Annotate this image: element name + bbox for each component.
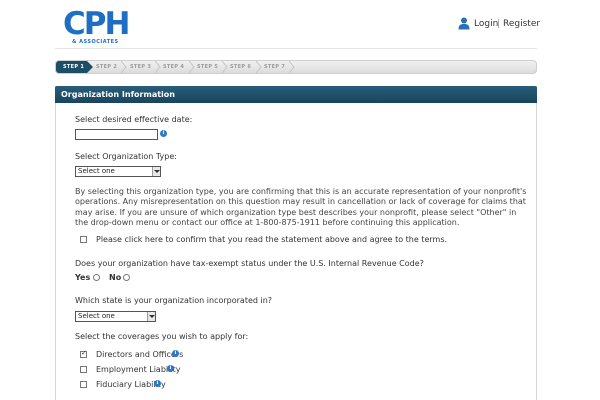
cph-logo[interactable]: CPH & ASSOCIATES	[63, 6, 143, 46]
coverage-label-directors-officers: Directors and Officers	[96, 350, 184, 359]
effective-date-label: Select desired effective date:	[75, 115, 193, 124]
coverage-checkbox-directors-officers[interactable]	[80, 349, 87, 358]
header-separator: |	[497, 19, 501, 29]
chevron-down-icon	[152, 167, 160, 176]
info-icon[interactable]: i	[167, 365, 174, 372]
effective-date-input[interactable]	[75, 129, 158, 140]
state-label: Which state is your organization incorpo…	[75, 296, 273, 305]
logo-main-text: CPH	[63, 6, 130, 42]
step-6: STEP 6	[230, 64, 252, 70]
info-icon[interactable]: i	[160, 130, 167, 137]
info-icon[interactable]: i	[172, 350, 179, 357]
register-link[interactable]: Register	[503, 18, 540, 30]
site-header: CPH & ASSOCIATES Login | Register	[0, 0, 600, 50]
login-link[interactable]: Login	[474, 18, 498, 30]
tax-exempt-yes-radio[interactable]	[93, 274, 100, 281]
coverage-checkbox-fiduciary-liability[interactable]	[80, 381, 87, 388]
step-1: STEP 1	[56, 61, 87, 73]
step-separator	[121, 61, 127, 73]
panel-header: Organization Information	[55, 86, 537, 103]
step-separator	[189, 61, 195, 73]
org-type-label: Select Organization Type:	[75, 152, 177, 161]
step-separator	[155, 61, 161, 73]
coverages-label: Select the coverages you wish to apply f…	[75, 332, 249, 341]
chevron-down-icon	[147, 312, 155, 321]
coverage-checkbox-employment-liability[interactable]	[80, 366, 87, 373]
org-type-disclaimer: By selecting this organization type, you…	[75, 187, 527, 228]
logo-sub-text: & ASSOCIATES	[72, 39, 119, 45]
state-selected-value: Select one	[78, 312, 115, 320]
info-icon[interactable]: i	[154, 380, 161, 387]
step-separator	[256, 61, 262, 73]
header-divider	[55, 48, 537, 49]
step-3: STEP 3	[130, 64, 152, 70]
tax-exempt-yes-label: Yes	[75, 273, 91, 282]
confirm-checkbox[interactable]	[80, 236, 87, 243]
panel-title: Organization Information	[61, 90, 175, 99]
tax-exempt-no-radio[interactable]	[123, 274, 130, 281]
step-1-arrow	[87, 61, 93, 73]
org-type-selected-value: Select one	[78, 167, 115, 175]
org-type-select[interactable]: Select one	[75, 166, 161, 177]
tax-exempt-no-label: No	[109, 273, 122, 282]
confirm-label: Please click here to confirm that you re…	[96, 235, 448, 244]
step-2: STEP 2	[96, 64, 118, 70]
step-5: STEP 5	[197, 64, 219, 70]
steps-progress-bar: STEP 1 STEP 2 STEP 3 STEP 4 STEP 5 STEP …	[55, 60, 537, 74]
state-select[interactable]: Select one	[75, 311, 156, 322]
user-icon	[458, 17, 470, 30]
tax-exempt-label: Does your organization have tax-exempt s…	[75, 259, 424, 268]
step-7: STEP 7	[264, 64, 286, 70]
step-separator	[289, 61, 295, 73]
step-4: STEP 4	[163, 64, 185, 70]
step-separator	[222, 61, 228, 73]
